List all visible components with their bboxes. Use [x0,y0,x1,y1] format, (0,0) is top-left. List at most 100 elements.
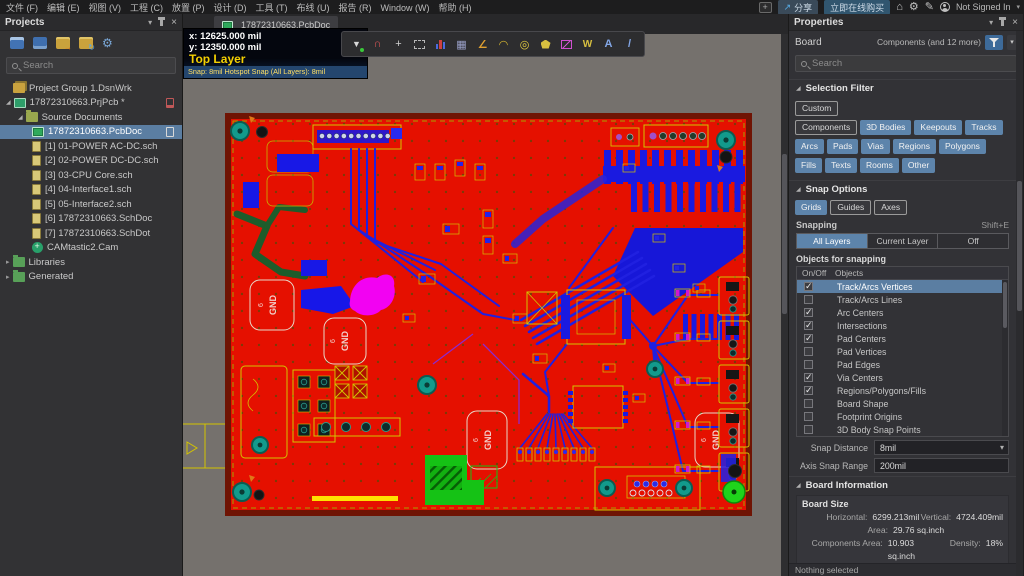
filter-3dbodies-button[interactable]: 3D Bodies [860,120,911,135]
panel-pin-icon[interactable] [160,19,163,26]
checkbox[interactable] [804,425,813,434]
snap-row-via-centers[interactable]: Via Centers [797,371,1008,384]
checkbox[interactable] [804,334,813,343]
panel-pin-icon[interactable] [1001,19,1004,26]
properties-scrollbar[interactable] [1016,31,1023,576]
buy-online-button[interactable]: 立即在线购买 [824,0,890,15]
filter-icon[interactable]: ▼ [346,33,367,55]
menu-reports[interactable]: 报告 (R) [339,3,372,13]
checkbox[interactable] [804,412,813,421]
save-icon[interactable] [10,37,24,49]
text-string-icon[interactable]: A [598,33,619,55]
tree-item-prjpcb[interactable]: 17872310663.PrjPcb * [0,96,182,111]
checkbox[interactable] [804,360,813,369]
home-icon[interactable]: ⌂ [896,2,903,13]
axis-snap-range-input[interactable]: 200mil [874,458,1009,473]
polygon-pour-icon[interactable] [535,33,556,55]
projects-search[interactable] [6,57,176,74]
filter-other-button[interactable]: Other [902,158,935,173]
menu-window[interactable]: Window (W) [381,3,430,13]
snap-row-3d-body-snap-points[interactable]: 3D Body Snap Points [797,423,1008,436]
filter-rooms-button[interactable]: Rooms [860,158,899,173]
menu-place[interactable]: 放置 (P) [172,3,205,13]
tree-item-sch1[interactable]: [1] 01-POWER AC-DC.sch [0,139,182,154]
checkbox[interactable] [804,347,813,356]
signin-label[interactable]: Not Signed In [956,2,1011,12]
filter-custom-button[interactable]: Custom [795,101,838,116]
panel-close-icon[interactable]: × [1012,17,1018,28]
selection-rect-icon[interactable] [409,33,430,55]
tree-item-sch4[interactable]: [4] 04-Interface1.sch [0,183,182,198]
filter-keepouts-button[interactable]: Keepouts [914,120,962,135]
snap-distance-dropdown[interactable]: 8mil [874,440,1009,455]
mode-off[interactable]: Off [938,234,1008,248]
pcb-board-view[interactable]: 6 GND 6 GND 6 GND 6 GND [183,14,788,576]
filter-fills-button[interactable]: Fills [795,158,822,173]
section-selection-filter[interactable]: Selection Filter [789,79,1016,96]
filter-vias-button[interactable]: Vias [861,139,889,154]
menu-view[interactable]: 视图 (V) [89,3,122,13]
signin-caret-icon[interactable]: ▾ [1016,3,1020,11]
tree-item-sch2[interactable]: [2] 02-POWER DC-DC.sch [0,154,182,169]
snap-row-board-shape[interactable]: Board Shape [797,397,1008,410]
snap-row-track-arcs-lines[interactable]: Track/Arcs Lines [797,293,1008,306]
share-button[interactable]: ↗分享 [778,0,819,15]
tree-item-sch5[interactable]: [5] 05-Interface2.sch [0,197,182,212]
snap-axes-button[interactable]: Axes [874,200,907,215]
panel-dropdown-icon[interactable]: ▾ [989,18,993,27]
open-folder-icon[interactable] [56,37,70,49]
snap-row-regions-polygons-fills[interactable]: Regions/Polygons/Fills [797,384,1008,397]
dimension-icon[interactable]: W [577,33,598,55]
user-avatar-icon[interactable] [940,2,950,12]
menu-project[interactable]: 工程 (C) [130,3,163,13]
filter-pads-button[interactable]: Pads [827,139,858,154]
pen-icon[interactable]: ✎ [925,2,934,13]
compile-icon[interactable] [33,37,47,49]
tree-item-sch6[interactable]: [6] 17872310663.SchDoc [0,212,182,227]
tree-item-source-documents[interactable]: Source Documents [0,110,182,125]
object-filter-icon[interactable] [985,35,1003,50]
projects-search-input[interactable] [23,60,170,71]
refresh-folder-icon[interactable] [79,37,93,49]
mode-all-layers[interactable]: All Layers [797,234,868,248]
add-icon[interactable]: + [759,2,772,13]
chart-icon[interactable] [430,33,451,55]
mode-current-layer[interactable]: Current Layer [868,234,939,248]
section-snap-options[interactable]: Snap Options [789,180,1016,197]
menu-tools[interactable]: 工具 (T) [256,3,288,13]
filter-regions-button[interactable]: Regions [893,139,936,154]
tree-item-generated[interactable]: Generated [0,270,182,285]
checkbox[interactable] [804,308,813,317]
canvas-scrollbar[interactable] [781,34,788,576]
gear-icon[interactable]: ⚙ [909,2,919,13]
via-icon[interactable]: ◎ [514,33,535,55]
checkbox[interactable] [804,282,813,291]
menu-help[interactable]: 帮助 (H) [439,3,472,13]
menu-design[interactable]: 设计 (D) [214,3,247,13]
table-scrollbar[interactable] [1002,280,1008,436]
menu-edit[interactable]: 编辑 (E) [47,3,80,13]
filter-tracks-button[interactable]: Tracks [965,120,1002,135]
section-board-information[interactable]: Board Information [789,476,1016,493]
menu-route[interactable]: 布线 (U) [297,3,330,13]
panel-dropdown-icon[interactable]: ▾ [148,18,152,27]
line-icon[interactable]: / [619,33,640,55]
magnet-snap-icon[interactable]: ∩ [367,33,388,55]
region-icon[interactable] [556,33,577,55]
snap-row-track-arcs-vertices[interactable]: Track/Arcs Vertices [797,280,1008,293]
snap-guides-button[interactable]: Guides [830,200,871,215]
tree-item-sch3[interactable]: [3] 03-CPU Core.sch [0,168,182,183]
snap-row-pad-centers[interactable]: Pad Centers [797,332,1008,345]
tree-item-camtastic[interactable]: CAMtastic2.Cam [0,241,182,256]
checkbox[interactable] [804,295,813,304]
filter-components-button[interactable]: Components [795,120,857,135]
tree-item-project-group[interactable]: Project Group 1.DsnWrk [0,81,182,96]
checkbox[interactable] [804,386,813,395]
crosshair-icon[interactable]: + [388,33,409,55]
pad-grid-icon[interactable]: ▦ [451,33,472,55]
arc-icon[interactable]: ◠ [493,33,514,55]
tree-item-libraries[interactable]: Libraries [0,255,182,270]
filter-polygons-button[interactable]: Polygons [939,139,986,154]
panel-close-icon[interactable]: × [171,17,177,28]
snap-row-footprint-origins[interactable]: Footprint Origins [797,410,1008,423]
